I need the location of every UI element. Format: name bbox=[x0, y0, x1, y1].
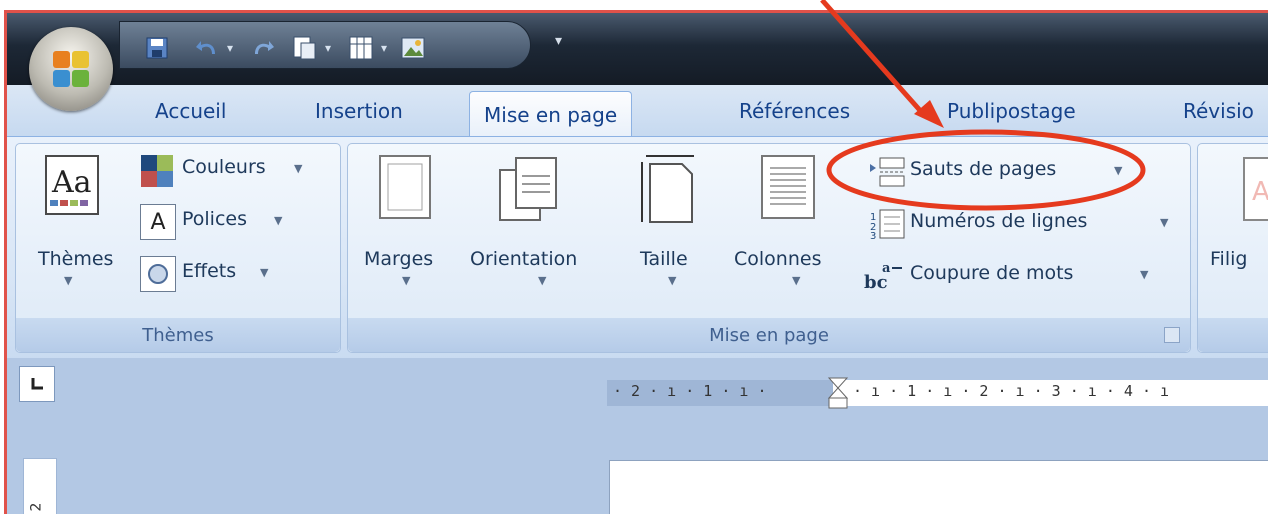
orientation-label: Orientation bbox=[470, 248, 578, 270]
polices-label: Polices bbox=[182, 208, 247, 230]
dialog-launcher-icon[interactable] bbox=[1164, 327, 1180, 343]
save-icon[interactable] bbox=[144, 36, 170, 60]
size-icon bbox=[638, 152, 698, 228]
coupure-de-mots-dropdown-icon: ▼ bbox=[1140, 268, 1149, 281]
group-label-page-background bbox=[1198, 318, 1268, 352]
coupure-de-mots-label: Coupure de mots bbox=[910, 262, 1074, 284]
office-logo-icon bbox=[53, 51, 89, 87]
margins-icon bbox=[378, 154, 434, 224]
tab-selector-button[interactable] bbox=[19, 366, 55, 402]
tab-accueil[interactable]: Accueil bbox=[155, 99, 226, 123]
undo-icon[interactable] bbox=[194, 36, 222, 60]
vertical-ruler-number: 2 bbox=[28, 502, 45, 512]
numeros-de-lignes-label: Numéros de lignes bbox=[910, 210, 1088, 232]
line-numbers-icon: 123 bbox=[870, 208, 908, 244]
ribbon: Aa Thèmes ▼ Couleurs ▼ A Polices ▼ Effet… bbox=[7, 136, 1268, 359]
effets-label: Effets bbox=[182, 260, 237, 282]
group-label-mise-en-page: Mise en page bbox=[348, 318, 1190, 352]
svg-text:a: a bbox=[882, 261, 891, 276]
group-page-background: A Filig bbox=[1197, 143, 1268, 353]
orientation-icon bbox=[498, 156, 560, 226]
indent-marker-icon[interactable] bbox=[827, 376, 851, 416]
title-bar: ▾ ▾ ▾ ▾ bbox=[7, 13, 1268, 85]
word-window: ▾ ▾ ▾ ▾ Accueil Insertion Mise en page R… bbox=[4, 10, 1268, 514]
taille-label: Taille bbox=[640, 248, 688, 270]
group-label-themes: Thèmes bbox=[16, 318, 340, 352]
office-button[interactable] bbox=[29, 27, 113, 111]
tab-references[interactable]: Références bbox=[739, 99, 850, 123]
ribbon-tabs: Accueil Insertion Mise en page Référence… bbox=[7, 85, 1268, 138]
table-icon[interactable] bbox=[346, 36, 376, 60]
table-dropdown-icon[interactable]: ▾ bbox=[378, 36, 390, 60]
group-themes: Aa Thèmes ▼ Couleurs ▼ A Polices ▼ Effet… bbox=[15, 143, 341, 353]
hyphenation-icon: bc a bbox=[864, 258, 908, 296]
couleurs-label: Couleurs bbox=[182, 156, 266, 178]
colors-icon bbox=[140, 154, 174, 188]
vertical-ruler[interactable]: 2 bbox=[23, 458, 57, 514]
svg-text:Aa: Aa bbox=[51, 165, 92, 200]
page-layout-icon[interactable] bbox=[290, 36, 320, 60]
document-area: · 2 · ı · 1 · ı · · ı · 1 · ı · 2 · ı · … bbox=[7, 358, 1268, 514]
effects-icon bbox=[140, 256, 176, 292]
document-page[interactable] bbox=[609, 460, 1268, 514]
quick-access-toolbar: ▾ ▾ ▾ bbox=[119, 21, 531, 69]
left-tab-icon bbox=[31, 378, 43, 390]
tab-revision[interactable]: Révisio bbox=[1183, 99, 1254, 123]
watermark-icon[interactable]: A bbox=[1242, 156, 1268, 226]
customize-qat-icon[interactable]: ▾ bbox=[555, 33, 562, 49]
tab-mise-en-page[interactable]: Mise en page bbox=[469, 91, 633, 138]
ruler-left-ticks: · 2 · ı · 1 · ı · bbox=[613, 382, 767, 400]
filigrane-label[interactable]: Filig bbox=[1210, 248, 1247, 270]
svg-text:3: 3 bbox=[870, 231, 876, 240]
marges-dropdown-icon: ▼ bbox=[402, 274, 411, 287]
fonts-icon: A bbox=[140, 204, 176, 240]
undo-dropdown-icon[interactable]: ▾ bbox=[224, 36, 236, 60]
themes-icon[interactable]: Aa bbox=[42, 154, 102, 218]
taille-dropdown-icon: ▼ bbox=[668, 274, 677, 287]
page-breaks-icon bbox=[868, 156, 908, 192]
sauts-de-pages-dropdown-icon: ▼ bbox=[1114, 164, 1123, 177]
couleurs-dropdown-icon: ▼ bbox=[294, 162, 303, 175]
svg-text:A: A bbox=[1252, 177, 1268, 207]
tab-insertion[interactable]: Insertion bbox=[315, 99, 403, 123]
group-mise-en-page: Marges ▼ Orientation ▼ Taille ▼ Colonnes… bbox=[347, 143, 1191, 353]
numeros-de-lignes-dropdown-icon: ▼ bbox=[1160, 216, 1169, 229]
redo-icon[interactable] bbox=[248, 36, 276, 60]
columns-icon bbox=[760, 154, 818, 224]
marges-label: Marges bbox=[364, 248, 434, 270]
effets-dropdown-icon: ▼ bbox=[260, 266, 269, 279]
polices-dropdown-icon: ▼ bbox=[274, 214, 283, 227]
orientation-dropdown-icon: ▼ bbox=[538, 274, 547, 287]
sauts-de-pages-label: Sauts de pages bbox=[910, 158, 1057, 180]
themes-dropdown-icon[interactable]: ▼ bbox=[64, 274, 72, 287]
layout-dropdown-icon[interactable]: ▾ bbox=[322, 36, 334, 60]
colonnes-label: Colonnes bbox=[734, 248, 822, 270]
horizontal-ruler[interactable]: · 2 · ı · 1 · ı · · ı · 1 · ı · 2 · ı · … bbox=[607, 377, 1268, 409]
themes-button-label[interactable]: Thèmes bbox=[38, 248, 113, 270]
picture-icon[interactable] bbox=[398, 36, 428, 60]
tab-publipostage[interactable]: Publipostage bbox=[947, 99, 1076, 123]
colonnes-dropdown-icon: ▼ bbox=[792, 274, 801, 287]
ruler-right-ticks: · ı · 1 · ı · 2 · ı · 3 · ı · 4 · ı bbox=[853, 382, 1170, 400]
